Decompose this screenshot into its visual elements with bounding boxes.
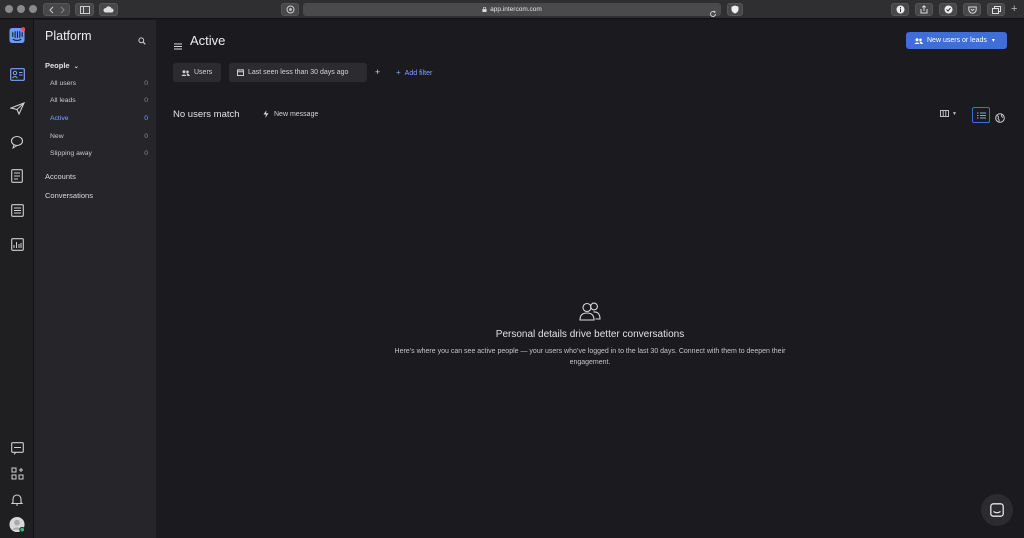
sidebar-item-active[interactable]: Active 0 (50, 115, 148, 122)
extension-icon (286, 5, 294, 14)
sidebar-item-count: 0 (144, 80, 148, 87)
people-section-label: People (45, 61, 70, 70)
sidebar-item-label: All leads (50, 97, 76, 104)
back-forward-buttons[interactable] (43, 3, 70, 16)
add-filter-button[interactable]: + Add filter (396, 68, 432, 77)
caret-down-icon: ▾ (991, 38, 995, 44)
chat-icon[interactable] (9, 440, 25, 456)
minimize-window-button[interactable] (17, 5, 25, 13)
list-view-button[interactable] (972, 107, 990, 123)
messenger-launcher-button[interactable] (981, 494, 1013, 526)
list-icon (976, 112, 986, 118)
url-text: app.intercom.com (490, 6, 542, 13)
calendar-icon (237, 69, 244, 76)
icloud-tabs-button[interactable] (99, 3, 118, 16)
sidebar-item-count: 0 (144, 115, 148, 122)
empty-state: Personal details drive better conversati… (357, 302, 823, 368)
page-title: Active (190, 33, 226, 48)
contacts-icon[interactable] (9, 66, 25, 82)
users-icon (914, 37, 923, 44)
sidebar-toggle-button[interactable] (75, 3, 94, 16)
extension-2-button[interactable] (939, 3, 957, 16)
new-message-label: New message (274, 110, 319, 118)
share-icon (920, 5, 928, 14)
chevron-down-icon: ⌄ (73, 64, 79, 70)
new-message-button[interactable]: New message (263, 110, 318, 118)
messenger-icon (990, 503, 1004, 517)
users-filter-chip[interactable]: Users (173, 63, 221, 82)
back-forward-icon (48, 6, 65, 13)
pocket-icon (967, 6, 977, 14)
browser-toolbar: app.intercom.com + (0, 0, 1024, 19)
map-view-button[interactable] (995, 110, 1005, 128)
outbound-icon[interactable] (9, 100, 25, 116)
results-count: No users match (173, 109, 240, 120)
shield-icon (731, 5, 739, 14)
sidebar-icon (79, 5, 90, 14)
people-icon (579, 302, 601, 321)
downloads-button[interactable] (891, 3, 909, 16)
sidebar-item-count: 0 (144, 97, 148, 104)
sidebar-item-label: New (50, 133, 64, 140)
lock-icon (482, 7, 487, 12)
operator-icon[interactable] (9, 202, 25, 218)
extension-button[interactable] (281, 3, 299, 16)
sidebar-item-label: Active (50, 115, 69, 122)
info-icon (896, 5, 904, 14)
sidebar-item-count: 0 (144, 133, 148, 140)
articles-icon[interactable] (9, 168, 25, 184)
empty-state-title: Personal details drive better conversati… (495, 329, 685, 340)
lightning-icon (263, 110, 269, 118)
plus-icon: + (396, 68, 401, 77)
caret-down-icon: ▼ (952, 110, 957, 117)
address-bar[interactable]: app.intercom.com (303, 3, 721, 16)
apps-icon[interactable] (9, 465, 25, 481)
close-window-button[interactable] (5, 5, 13, 13)
tabs-overview-button[interactable] (987, 3, 1005, 16)
primary-button-label: New users or leads (927, 37, 987, 44)
new-tab-icon[interactable]: + (1011, 3, 1017, 15)
sidebar-item-label: All users (50, 80, 77, 87)
last-seen-filter-chip[interactable]: Last seen less than 30 days ago (229, 63, 367, 82)
tabs-icon (991, 5, 1001, 14)
hamburger-menu-icon[interactable] (174, 37, 182, 55)
search-icon[interactable] (138, 32, 146, 50)
columns-icon (940, 110, 949, 117)
reports-icon[interactable] (9, 236, 25, 252)
empty-state-description: Here’s where you can see active people —… (394, 348, 786, 366)
sidebar-item-conversations[interactable]: Conversations (45, 191, 93, 200)
zoom-window-button[interactable] (29, 5, 37, 13)
sidebar-item-label: Slipping away (50, 150, 92, 157)
app-nav-rail (0, 20, 34, 538)
sidebar-item-count: 0 (144, 150, 148, 157)
cloud-icon (103, 6, 114, 13)
pocket-button[interactable] (963, 3, 981, 16)
add-filter-label: Add filter (404, 70, 433, 77)
share-button[interactable] (915, 3, 933, 16)
sidebar-item-new[interactable]: New 0 (50, 133, 148, 140)
notifications-icon[interactable] (9, 491, 25, 507)
intercom-logo-icon[interactable] (9, 26, 25, 43)
sidebar-item-all-leads[interactable]: All leads 0 (50, 97, 148, 104)
people-sidebar: Platform People ⌄ All users 0 All leads … (34, 20, 156, 538)
add-condition-button[interactable]: + (375, 67, 380, 77)
columns-toggle[interactable]: ▼ (940, 110, 957, 117)
sidebar-item-all-users[interactable]: All users 0 (50, 80, 148, 87)
users-filter-label: Users (194, 69, 213, 76)
sidebar-title: Platform (45, 29, 92, 43)
sidebar-item-accounts[interactable]: Accounts (45, 172, 76, 181)
last-seen-filter-label: Last seen less than 30 days ago (248, 69, 349, 76)
globe-icon (995, 113, 1005, 123)
people-section-toggle[interactable]: People ⌄ (45, 61, 79, 70)
puzzle-icon (944, 5, 952, 14)
inbox-icon[interactable] (9, 134, 25, 150)
new-users-or-leads-button[interactable]: New users or leads ▾ (906, 32, 1007, 49)
users-icon (181, 69, 190, 76)
main-content: Active New users or leads ▾ Users Last s… (157, 20, 1024, 538)
sidebar-item-slipping-away[interactable]: Slipping away 0 (50, 150, 148, 157)
shield-button[interactable] (727, 3, 743, 16)
user-avatar[interactable] (9, 516, 25, 532)
